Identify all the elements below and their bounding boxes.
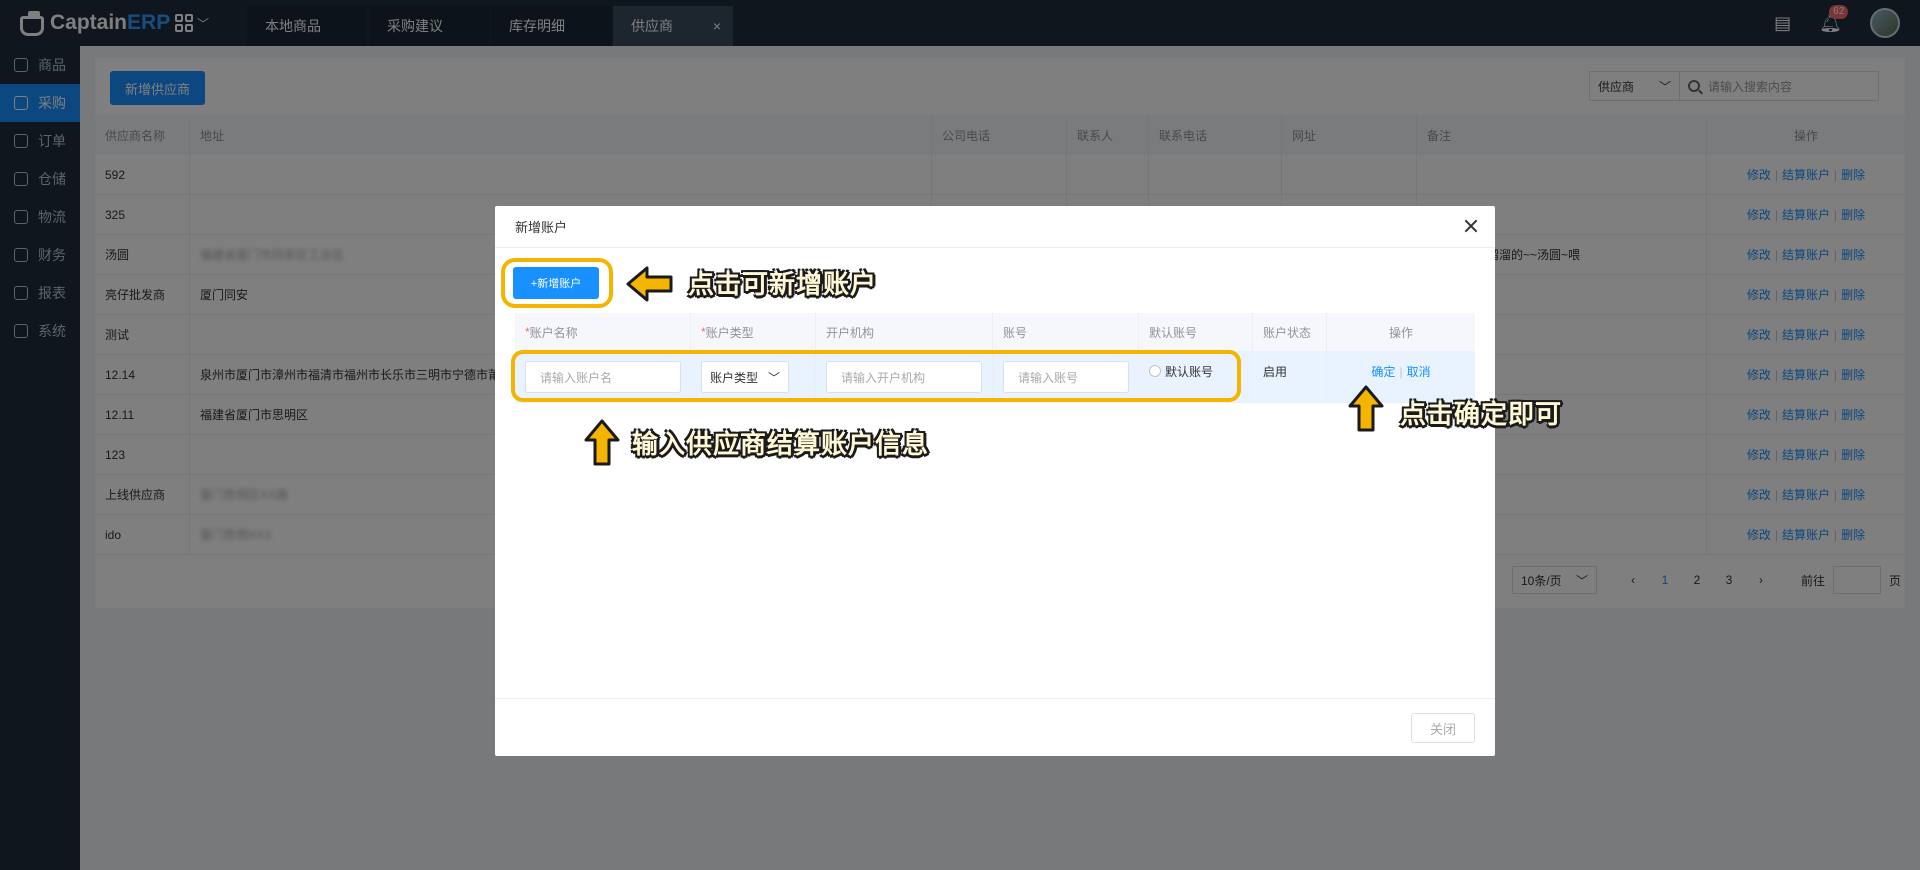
account-table: * 账户名称 * 账户类型 开户机构 账号 默认账号 账户状态 操作 请输入账户名 … [515, 313, 1475, 403]
bank-input[interactable]: 请输入开户机构 [826, 361, 982, 393]
account-number-input[interactable]: 请输入账号 [1003, 361, 1129, 393]
col-account-number: 账号 [993, 313, 1139, 351]
dialog-title: 新增账户 [515, 220, 568, 235]
arrow-left-icon [626, 266, 673, 302]
col-bank: 开户机构 [816, 313, 993, 351]
annotation-input-info: 输入供应商结算账户信息 [632, 429, 930, 459]
col-account-status: 账户状态 [1253, 313, 1327, 351]
default-account-radio[interactable]: 默认账号 [1149, 351, 1213, 403]
dialog-footer: 关闭 [495, 698, 1495, 756]
close-dialog-button[interactable]: 关闭 [1411, 713, 1475, 743]
annotation-new-account: 点击可新增账户 [688, 269, 878, 299]
dialog-header: 新增账户 [495, 206, 1495, 248]
cancel-link[interactable]: 取消 [1407, 365, 1431, 379]
arrow-up-icon [1348, 385, 1384, 432]
col-account-name: * 账户名称 [515, 313, 691, 351]
account-name-input[interactable]: 请输入账户名 [525, 361, 681, 393]
close-icon[interactable] [1461, 216, 1481, 236]
account-edit-row: 请输入账户名 账户类型 ﹀ 请输入开户机构 请输入账号 默认账号 启用 确定 | 取消 [515, 351, 1475, 403]
col-account-actions: 操作 [1388, 325, 1413, 340]
chevron-down-icon: ﹀ [767, 370, 780, 385]
arrow-up-icon [584, 419, 620, 466]
account-table-header: * 账户名称 * 账户类型 开户机构 账号 默认账号 账户状态 操作 [515, 313, 1475, 351]
account-type-select[interactable]: 账户类型 ﹀ [701, 361, 789, 393]
radio-icon [1149, 365, 1161, 377]
confirm-link[interactable]: 确定 [1371, 365, 1395, 379]
col-default-account: 默认账号 [1139, 313, 1253, 351]
new-account-button[interactable]: +新增账户 [513, 267, 599, 299]
account-status-text: 启用 [1263, 365, 1288, 379]
annotation-confirm: 点击确定即可 [1400, 399, 1563, 429]
col-account-type: * 账户类型 [691, 313, 816, 351]
